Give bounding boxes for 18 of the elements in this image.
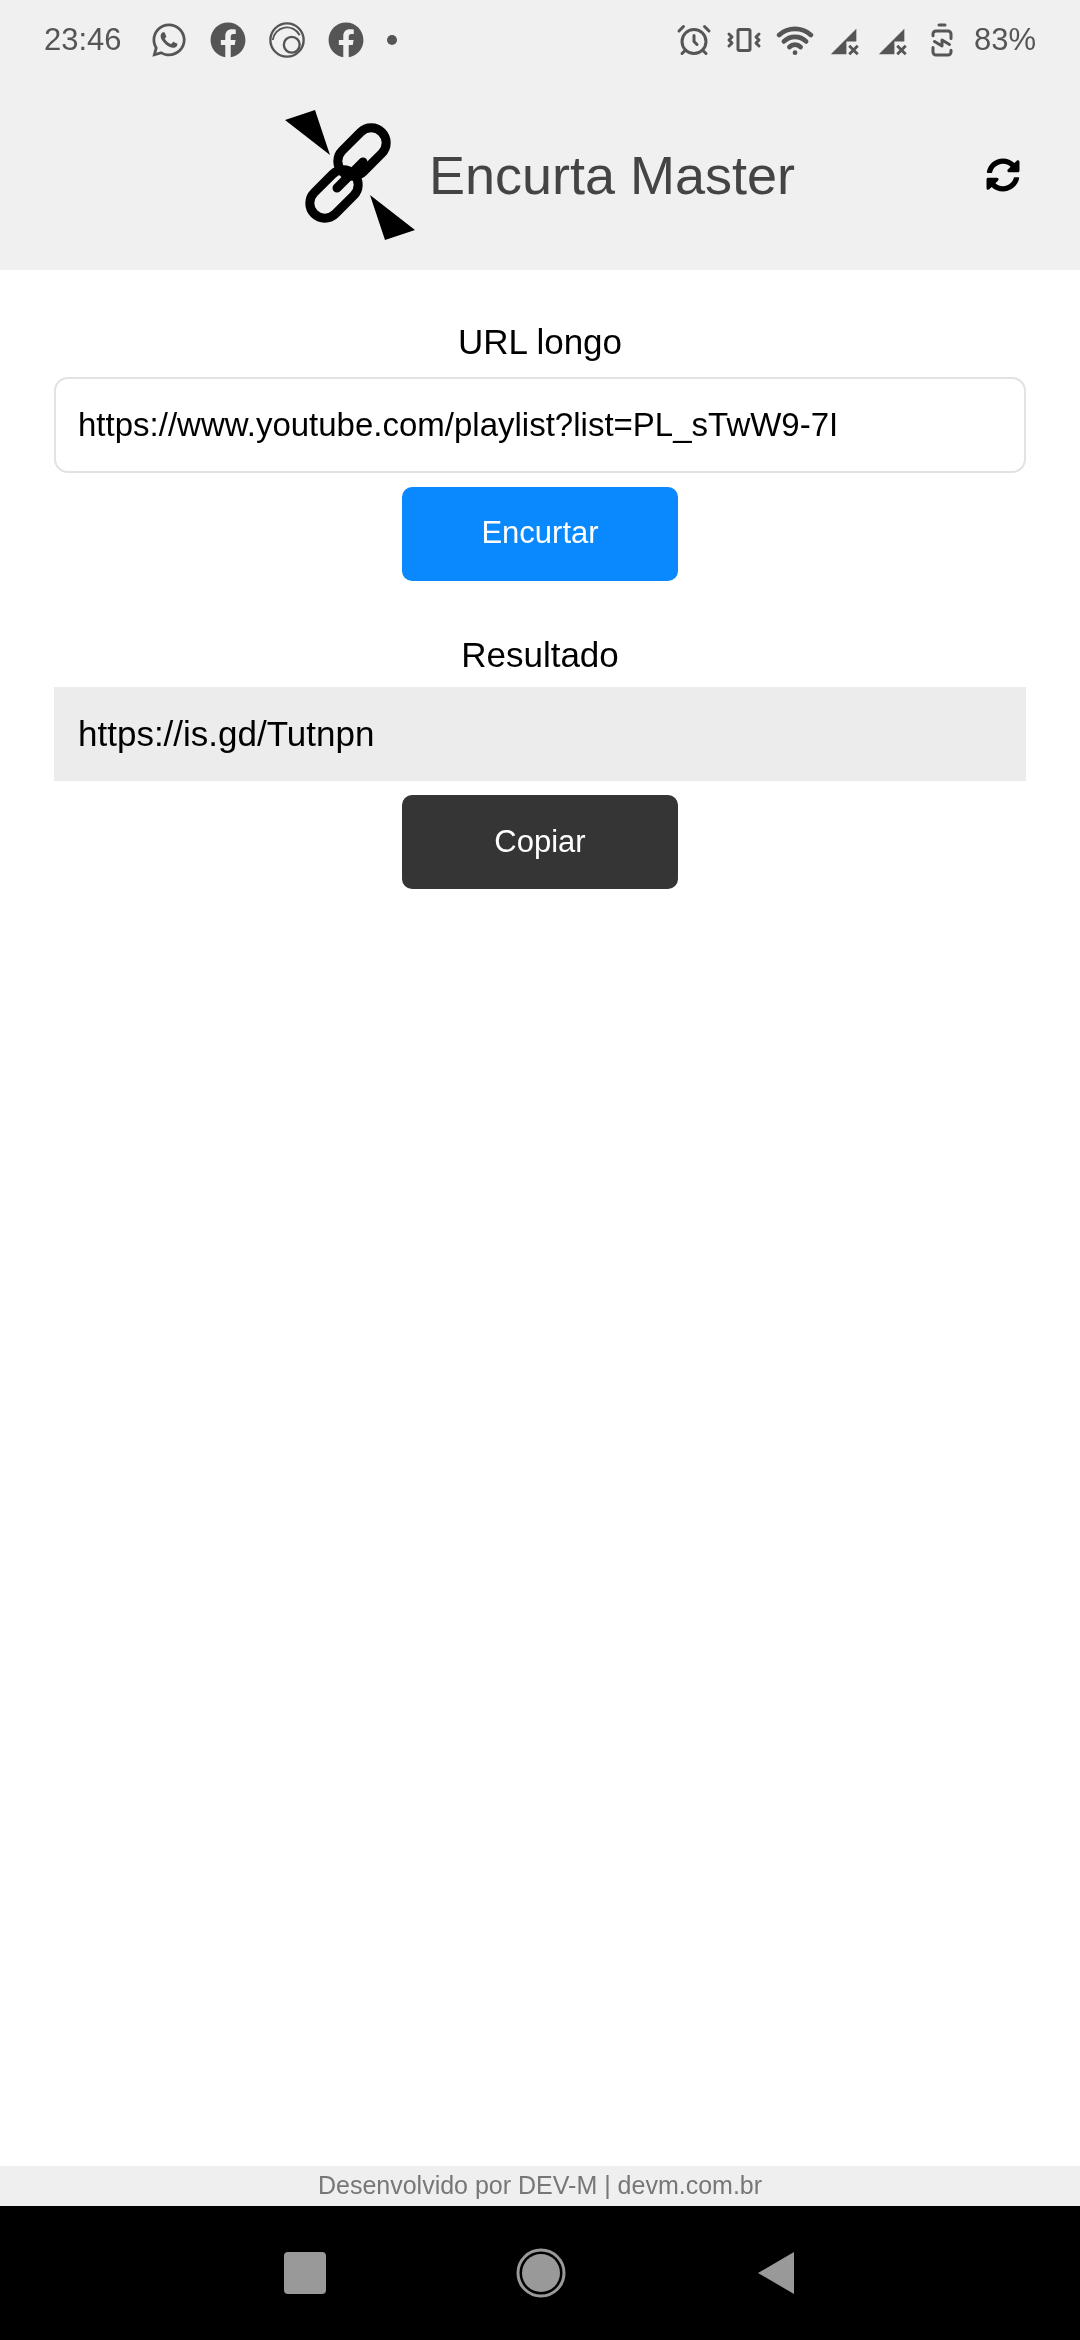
result-label: Resultado [461,633,619,676]
back-icon[interactable] [756,2250,796,2296]
facebook-icon [209,22,246,58]
facebook-icon [327,22,364,58]
home-icon[interactable] [516,2248,566,2298]
circles-icon [267,21,306,59]
copy-button[interactable]: Copiar [402,795,678,889]
alarm-icon [675,22,712,58]
result-field: https://is.gd/Tutnpn [54,687,1026,781]
shorten-button[interactable]: Encurtar [402,486,678,581]
chat-icon [149,21,188,59]
footer-text: Desenvolvido por DEV-M | devm.com.br [317,2170,763,2202]
field-label: URL longo [457,321,623,363]
battery-percent: 83% [973,20,1036,59]
status-time: 23:46 [44,20,122,59]
dot-icon [385,34,398,46]
app-title: Encurta Master [428,143,796,207]
url-input[interactable]: https://www.youtube.com/playlist?list=PL_sTwW9-7I [54,376,1026,473]
